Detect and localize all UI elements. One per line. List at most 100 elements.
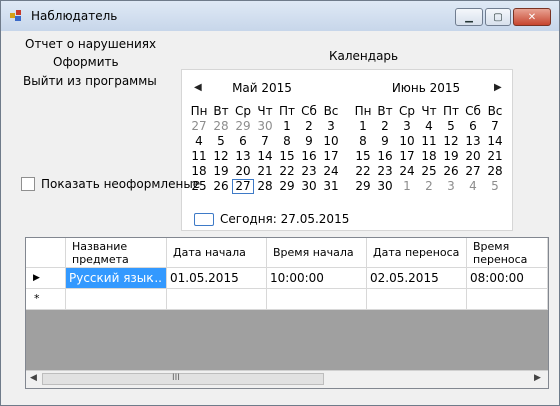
- month-calendar[interactable]: ◀ Май 2015 Пн Вт Ср Чт Пт Сб Вс 27 28 29 30 1 2 3 4 5 6 7…: [181, 69, 513, 231]
- calendar-day[interactable]: 26: [440, 164, 462, 179]
- calendar-day[interactable]: 1: [276, 119, 298, 134]
- calendar-day[interactable]: 22: [352, 164, 374, 179]
- calendar-day[interactable]: 28: [210, 119, 232, 134]
- calendar-day[interactable]: 1: [396, 179, 418, 194]
- calendar-day[interactable]: 21: [484, 149, 506, 164]
- calendar-day[interactable]: 11: [418, 134, 440, 149]
- calendar-day[interactable]: 13: [232, 149, 254, 164]
- next-month-arrow-icon[interactable]: ▶: [494, 82, 502, 93]
- calendar-day[interactable]: 25: [418, 164, 440, 179]
- calendar-day[interactable]: 28: [254, 179, 276, 194]
- new-cell-transfer-time[interactable]: [467, 289, 548, 310]
- calendar-day[interactable]: 12: [210, 149, 232, 164]
- calendar-day[interactable]: 17: [396, 149, 418, 164]
- calendar-day[interactable]: 21: [254, 164, 276, 179]
- col-header-start-date[interactable]: Дата начала: [167, 238, 267, 268]
- calendar-day[interactable]: 18: [418, 149, 440, 164]
- new-cell-transfer-date[interactable]: [367, 289, 467, 310]
- calendar-day[interactable]: 29: [352, 179, 374, 194]
- calendar-day[interactable]: 13: [462, 134, 484, 149]
- calendar-day[interactable]: 29: [232, 119, 254, 134]
- calendar-day[interactable]: 8: [276, 134, 298, 149]
- minimize-button[interactable]: ▁: [455, 8, 483, 26]
- scroll-right-icon[interactable]: ▶: [534, 373, 541, 383]
- calendar-day[interactable]: 16: [298, 149, 320, 164]
- calendar-day[interactable]: 20: [232, 164, 254, 179]
- cell-transfer-time[interactable]: 08:00:00: [467, 268, 548, 289]
- calendar-day[interactable]: 7: [484, 119, 506, 134]
- calendar-day[interactable]: 24: [396, 164, 418, 179]
- exams-data-grid[interactable]: Название предмета Дата начала Время нача…: [25, 237, 549, 389]
- col-header-start-time[interactable]: Время начала: [267, 238, 367, 268]
- calendar-day[interactable]: 22: [276, 164, 298, 179]
- new-cell-subject[interactable]: [66, 289, 167, 310]
- new-row-header[interactable]: *: [26, 289, 66, 310]
- calendar-day[interactable]: 7: [254, 134, 276, 149]
- row-header[interactable]: ▶: [26, 268, 66, 289]
- maximize-button[interactable]: ▢: [485, 8, 511, 26]
- table-row[interactable]: ▶ Русский язык ... 01.05.2015 10:00:00 0…: [26, 268, 548, 289]
- calendar-day[interactable]: 27: [462, 164, 484, 179]
- calendar-day[interactable]: 19: [440, 149, 462, 164]
- calendar-day[interactable]: 5: [440, 119, 462, 134]
- calendar-day[interactable]: 31: [320, 179, 342, 194]
- cell-transfer-date[interactable]: 02.05.2015: [367, 268, 467, 289]
- calendar-day[interactable]: 28: [484, 164, 506, 179]
- close-button[interactable]: ✕: [513, 8, 551, 26]
- cell-start-time[interactable]: 10:00:00: [267, 268, 367, 289]
- calendar-day[interactable]: 15: [276, 149, 298, 164]
- scroll-left-icon[interactable]: ◀: [30, 373, 37, 383]
- calendar-day[interactable]: 9: [374, 134, 396, 149]
- cell-start-date[interactable]: 01.05.2015: [167, 268, 267, 289]
- calendar-day[interactable]: 26: [210, 179, 232, 194]
- calendar-day[interactable]: 10: [396, 134, 418, 149]
- menu-exit[interactable]: Выйти из программы: [23, 74, 157, 88]
- calendar-day[interactable]: 30: [374, 179, 396, 194]
- menu-arrange[interactable]: Оформить: [53, 55, 119, 69]
- calendar-day[interactable]: 4: [188, 134, 210, 149]
- menu-violations-report[interactable]: Отчет о нарушениях: [25, 37, 156, 51]
- calendar-day[interactable]: 2: [418, 179, 440, 194]
- calendar-day[interactable]: 29: [276, 179, 298, 194]
- calendar-day[interactable]: 19: [210, 164, 232, 179]
- cell-subject[interactable]: Русский язык ...: [66, 268, 167, 289]
- horizontal-scrollbar[interactable]: ◀ III ▶: [26, 370, 548, 388]
- calendar-day[interactable]: 4: [418, 119, 440, 134]
- calendar-day[interactable]: 4: [462, 179, 484, 194]
- today-link[interactable]: Сегодня: 27.05.2015: [194, 212, 349, 226]
- new-row[interactable]: *: [26, 289, 548, 310]
- calendar-day[interactable]: 23: [374, 164, 396, 179]
- calendar-day[interactable]: 3: [440, 179, 462, 194]
- calendar-day[interactable]: 14: [254, 149, 276, 164]
- calendar-day[interactable]: 2: [374, 119, 396, 134]
- calendar-day[interactable]: 10: [320, 134, 342, 149]
- calendar-day[interactable]: 11: [188, 149, 210, 164]
- new-cell-start-time[interactable]: [267, 289, 367, 310]
- calendar-day[interactable]: 1: [352, 119, 374, 134]
- calendar-day[interactable]: 27: [188, 119, 210, 134]
- calendar-day[interactable]: 5: [484, 179, 506, 194]
- scroll-thumb[interactable]: III: [42, 373, 324, 385]
- calendar-day[interactable]: 12: [440, 134, 462, 149]
- new-cell-start-date[interactable]: [167, 289, 267, 310]
- calendar-day[interactable]: 30: [254, 119, 276, 134]
- col-header-transfer-date[interactable]: Дата переноса: [367, 238, 467, 268]
- calendar-day[interactable]: 6: [462, 119, 484, 134]
- calendar-day[interactable]: 2: [298, 119, 320, 134]
- calendar-day[interactable]: 17: [320, 149, 342, 164]
- calendar-day[interactable]: 23: [298, 164, 320, 179]
- calendar-day[interactable]: 3: [320, 119, 342, 134]
- calendar-day[interactable]: 30: [298, 179, 320, 194]
- calendar-day[interactable]: 16: [374, 149, 396, 164]
- calendar-day[interactable]: 9: [298, 134, 320, 149]
- calendar-day[interactable]: 3: [396, 119, 418, 134]
- calendar-day[interactable]: 5: [210, 134, 232, 149]
- calendar-day[interactable]: 20: [462, 149, 484, 164]
- calendar-day[interactable]: 27: [232, 179, 254, 194]
- calendar-day[interactable]: 14: [484, 134, 506, 149]
- col-header-transfer-time[interactable]: Время переноса: [467, 238, 548, 268]
- col-header-subject[interactable]: Название предмета: [66, 238, 167, 268]
- calendar-day[interactable]: 8: [352, 134, 374, 149]
- calendar-day[interactable]: 6: [232, 134, 254, 149]
- show-unformed-checkbox[interactable]: [21, 177, 35, 191]
